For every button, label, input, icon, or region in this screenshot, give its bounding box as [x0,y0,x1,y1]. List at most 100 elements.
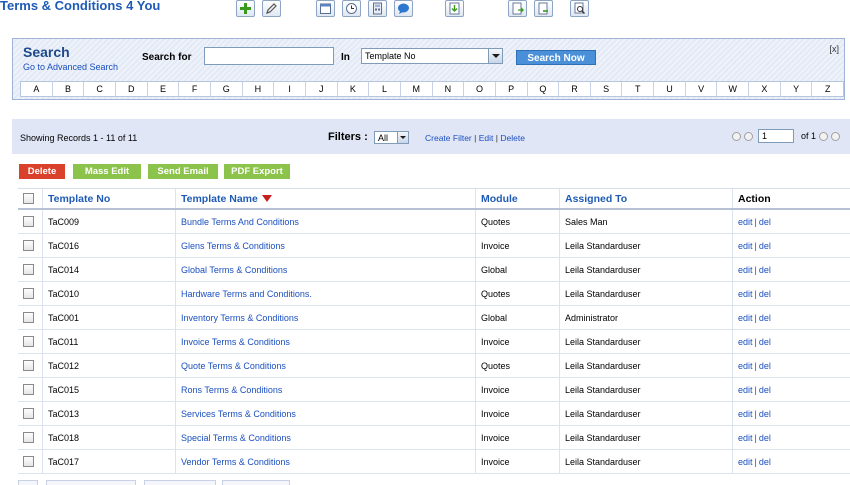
edit-link[interactable]: edit [738,313,753,323]
chat-icon[interactable] [394,0,413,17]
delete-link[interactable]: del [759,217,771,227]
alpha-letter-g[interactable]: G [211,82,243,96]
row-checkbox[interactable] [23,336,34,347]
template-name-link[interactable]: Rons Terms & Conditions [175,378,475,401]
template-name-link[interactable]: Services Terms & Conditions [175,402,475,425]
add-icon[interactable] [236,0,255,17]
template-name-link[interactable]: Bundle Terms And Conditions [175,210,475,233]
footer-button-stub[interactable] [144,480,216,485]
edit-link[interactable]: edit [738,337,753,347]
search-input[interactable] [204,47,334,65]
create-filter-link[interactable]: Create Filter [425,133,472,143]
page-number-input[interactable]: 1 [757,129,794,143]
footer-button-stub[interactable] [46,480,136,485]
first-page-icon[interactable] [731,131,741,141]
find-duplicates-icon[interactable] [570,0,589,17]
edit-link[interactable]: edit [738,361,753,371]
import-icon[interactable] [445,0,464,17]
alpha-letter-f[interactable]: F [179,82,211,96]
delete-filter-link[interactable]: Delete [500,133,525,143]
last-page-icon[interactable] [831,131,840,141]
delete-link[interactable]: del [759,289,771,299]
alpha-letter-y[interactable]: Y [781,82,813,96]
delete-link[interactable]: del [759,361,771,371]
alpha-letter-a[interactable]: A [21,82,53,96]
alpha-letter-u[interactable]: U [654,82,686,96]
alpha-letter-t[interactable]: T [622,82,655,96]
alpha-letter-p[interactable]: P [496,82,528,96]
col-assigned-to[interactable]: Assigned To [559,189,732,208]
template-name-link[interactable]: Hardware Terms and Conditions. [175,282,475,305]
delete-link[interactable]: del [759,457,771,467]
alpha-letter-n[interactable]: N [433,82,465,96]
template-name-link[interactable]: Special Terms & Conditions [175,426,475,449]
alpha-letter-w[interactable]: W [717,82,750,96]
row-checkbox[interactable] [23,240,34,251]
row-checkbox[interactable] [23,312,34,323]
edit-link[interactable]: edit [738,289,753,299]
footer-button-stub[interactable] [222,480,290,485]
filter-select[interactable]: All [374,131,409,144]
pdf-export-button[interactable]: PDF Export [224,164,290,179]
clock-icon[interactable] [342,0,361,17]
template-name-link[interactable]: Inventory Terms & Conditions [175,306,475,329]
alpha-letter-r[interactable]: R [559,82,591,96]
alpha-letter-l[interactable]: L [369,82,401,96]
export-alt-icon[interactable] [534,0,553,17]
footer-button-stub[interactable] [18,480,38,485]
row-checkbox[interactable] [23,384,34,395]
alpha-letter-m[interactable]: M [401,82,433,96]
row-checkbox[interactable] [23,360,34,371]
edit-link[interactable]: edit [738,457,753,467]
alpha-letter-s[interactable]: S [591,82,623,96]
col-module[interactable]: Module [475,189,559,208]
edit-icon[interactable] [262,0,281,17]
row-checkbox[interactable] [23,456,34,467]
col-template-name[interactable]: Template Name [175,189,475,208]
alpha-letter-e[interactable]: E [148,82,180,96]
row-checkbox[interactable] [23,264,34,275]
alpha-letter-b[interactable]: B [53,82,85,96]
close-search-button[interactable]: [x] [829,44,839,54]
send-email-button[interactable]: Send Email [148,164,218,179]
select-all-checkbox[interactable] [23,193,34,204]
edit-link[interactable]: edit [738,217,753,227]
row-checkbox[interactable] [23,408,34,419]
page-title[interactable]: Terms & Conditions 4 You [0,0,160,13]
delete-link[interactable]: del [759,313,771,323]
edit-filter-link[interactable]: Edit [479,133,494,143]
alpha-letter-x[interactable]: X [749,82,781,96]
col-template-no[interactable]: Template No [42,189,175,208]
template-name-link[interactable]: Invoice Terms & Conditions [175,330,475,353]
mass-edit-button[interactable]: Mass Edit [73,164,141,179]
row-checkbox[interactable] [23,216,34,227]
export-icon[interactable] [508,0,527,17]
template-name-link[interactable]: Glens Terms & Conditions [175,234,475,257]
delete-link[interactable]: del [759,241,771,251]
template-name-link[interactable]: Vendor Terms & Conditions [175,450,475,473]
next-page-icon[interactable] [819,131,828,141]
alpha-letter-d[interactable]: D [116,82,148,96]
alpha-letter-o[interactable]: O [464,82,496,96]
previous-page-icon[interactable] [743,131,753,141]
template-name-link[interactable]: Quote Terms & Conditions [175,354,475,377]
alpha-letter-z[interactable]: Z [812,82,843,96]
delete-link[interactable]: del [759,385,771,395]
delete-link[interactable]: del [759,433,771,443]
template-name-link[interactable]: Global Terms & Conditions [175,258,475,281]
edit-link[interactable]: edit [738,433,753,443]
alpha-letter-h[interactable]: H [243,82,275,96]
search-now-button[interactable]: Search Now [516,50,596,65]
delete-button[interactable]: Delete [19,164,65,179]
edit-link[interactable]: edit [738,241,753,251]
delete-link[interactable]: del [759,409,771,419]
edit-link[interactable]: edit [738,385,753,395]
alpha-letter-c[interactable]: C [84,82,116,96]
advanced-search-link[interactable]: Go to Advanced Search [23,62,118,72]
delete-link[interactable]: del [759,265,771,275]
alpha-letter-j[interactable]: J [306,82,338,96]
edit-link[interactable]: edit [738,409,753,419]
alpha-letter-v[interactable]: V [686,82,718,96]
alpha-letter-q[interactable]: Q [528,82,560,96]
calculator-icon[interactable] [368,0,387,17]
